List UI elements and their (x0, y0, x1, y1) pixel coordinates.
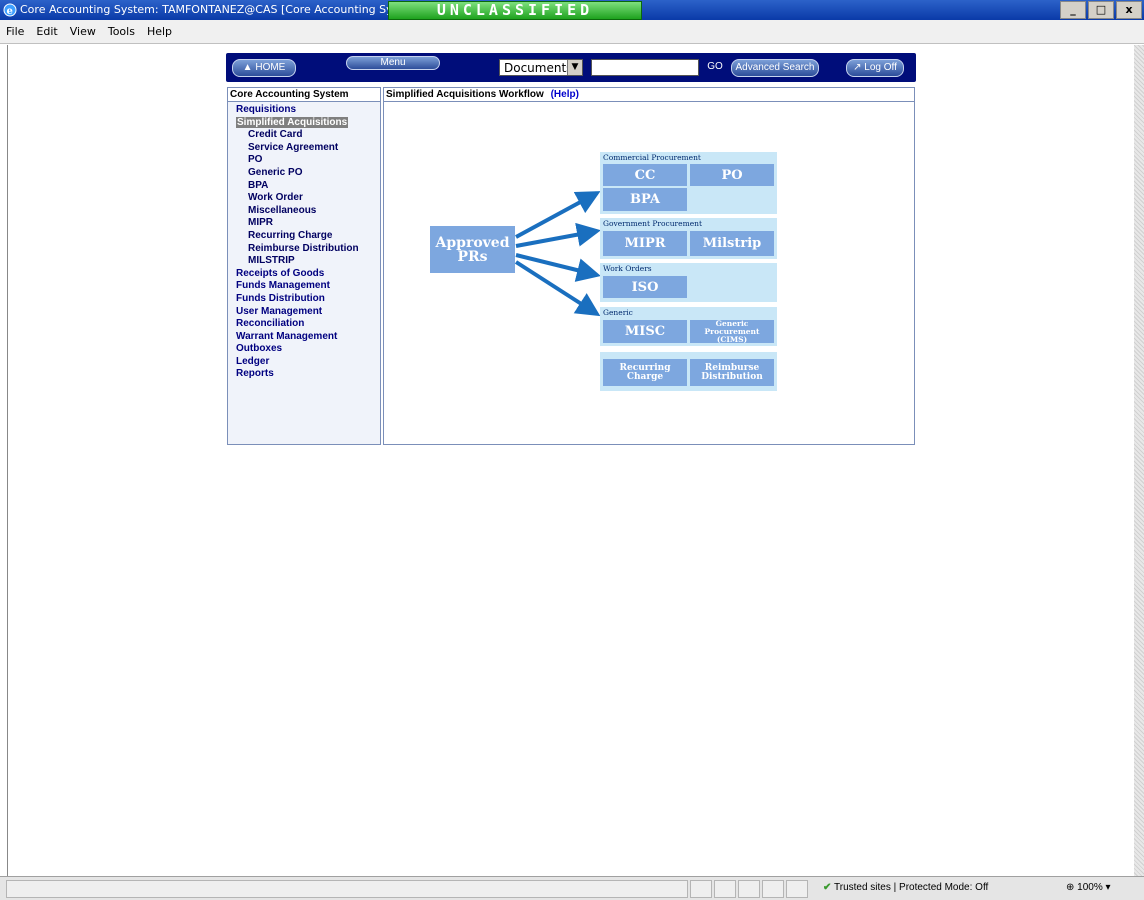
check-icon: ✔ (823, 882, 832, 893)
zoom-level: 100% (1077, 882, 1103, 893)
security-zone-label: Trusted sites | Protected Mode: Off (834, 882, 989, 893)
arrow-to-commercial (515, 191, 601, 239)
cims-line-2: Procurement (CIMS) (704, 326, 760, 344)
prs-label: PRs (457, 248, 488, 265)
zoom-icon: ⊕ (1066, 882, 1075, 893)
status-cell-5 (786, 880, 808, 898)
workflow-arrows (514, 191, 601, 317)
generic-procurement-cims-tile[interactable]: Generic Procurement (CIMS) (690, 319, 774, 344)
status-cell-2 (714, 880, 736, 898)
chevron-down-icon: ▾ (1105, 882, 1111, 893)
generic-label: Generic (603, 308, 633, 317)
status-text-cell (6, 880, 688, 898)
approved-prs-node[interactable]: Approved PRs (430, 226, 515, 273)
commercial-procurement-label: Commercial Procurement (603, 153, 701, 162)
government-procurement-label: Government Procurement (603, 219, 702, 228)
arrow-group (514, 191, 601, 317)
milstrip-tile[interactable]: Milstrip (690, 231, 774, 256)
bpa-tile[interactable]: BPA (603, 188, 687, 211)
arrow-to-government (515, 222, 601, 248)
iso-tile[interactable]: ISO (603, 276, 687, 298)
misc-tile[interactable]: MISC (603, 320, 687, 343)
status-cell-3 (738, 880, 760, 898)
reimburse-distribution-tile[interactable]: Reimburse Distribution (690, 359, 774, 386)
po-tile[interactable]: PO (690, 164, 774, 186)
cc-tile[interactable]: CC (603, 164, 687, 186)
recurring-charge-tile[interactable]: Recurring Charge (603, 359, 687, 386)
mipr-tile[interactable]: MIPR (603, 231, 687, 256)
status-cell-1 (690, 880, 712, 898)
arrow-to-generic (514, 260, 601, 317)
reimburse-line-2: Distribution (701, 371, 763, 382)
work-orders-label: Work Orders (603, 264, 652, 273)
browser-status-bar: ✔ Trusted sites | Protected Mode: Off ⊕ … (0, 876, 1144, 900)
status-cell-4 (762, 880, 784, 898)
recurring-line-2: Charge (626, 371, 664, 382)
zoom-control[interactable]: ⊕ 100% ▾ (1066, 880, 1132, 896)
security-zone[interactable]: ✔ Trusted sites | Protected Mode: Off (823, 880, 988, 896)
approved-label: Approved (435, 234, 510, 251)
